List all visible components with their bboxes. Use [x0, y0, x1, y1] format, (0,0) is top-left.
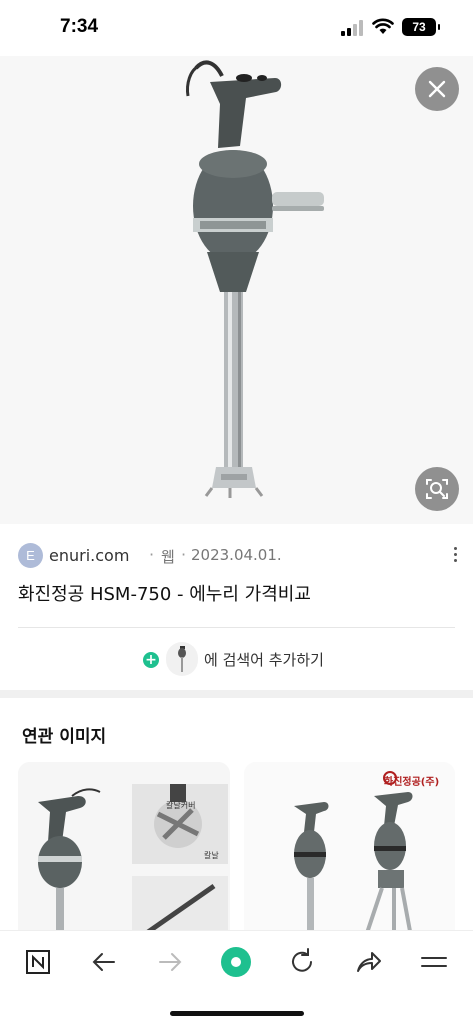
status-bar: 7:34 73 — [0, 0, 473, 56]
refresh-button[interactable] — [284, 945, 320, 979]
naver-home-icon — [26, 950, 50, 974]
refresh-icon — [292, 948, 312, 972]
result-source[interactable]: E enuri.com · 웹 · 2023.04.01. — [18, 543, 458, 569]
card-label: 칼날커버 — [166, 801, 196, 810]
image-search-button[interactable] — [415, 467, 459, 511]
back-button[interactable] — [86, 945, 122, 979]
related-images-title: 연관 이미지 — [22, 727, 107, 747]
share-button[interactable] — [350, 945, 386, 979]
status-time: 7:34 — [60, 16, 99, 37]
source-date: 2023.04.01. — [191, 546, 282, 564]
source-domain[interactable]: enuri.com — [49, 546, 129, 565]
related-image-card[interactable]: 칼날커버 칼날 — [18, 762, 230, 942]
forward-button[interactable] — [152, 945, 188, 979]
section-divider — [0, 690, 473, 698]
separator-dot: · — [181, 545, 187, 564]
related-image-card[interactable]: 화진정공(주) — [244, 762, 455, 942]
back-icon — [92, 953, 115, 971]
product-image — [186, 60, 324, 498]
menu-button[interactable] — [416, 945, 452, 979]
divider — [18, 627, 455, 628]
source-type: 웹 — [161, 548, 175, 566]
image-search-icon — [426, 479, 448, 499]
battery-icon: 73 — [402, 18, 440, 36]
brand-logo: 화진정공(주) — [384, 777, 440, 788]
card-label: 칼날 — [204, 851, 219, 860]
product-image-viewer[interactable] — [0, 56, 473, 524]
source-favicon: E — [18, 543, 43, 568]
forward-icon — [159, 953, 182, 971]
home-indicator[interactable] — [170, 1011, 304, 1016]
close-button[interactable] — [415, 67, 459, 111]
green-dot-button[interactable] — [218, 945, 254, 979]
result-title[interactable]: 화진정공 HSM-750 - 에누리 가격비교 — [18, 580, 311, 606]
query-thumbnail — [166, 642, 198, 676]
share-icon — [357, 952, 381, 972]
add-to-search-label: 에 검색어 추가하기 — [204, 651, 324, 669]
close-icon — [428, 80, 446, 98]
bottom-navigation-bar — [0, 930, 473, 1024]
plus-icon: + — [143, 652, 159, 668]
green-dot-icon — [221, 947, 251, 977]
wifi-icon — [372, 18, 394, 34]
more-vertical-icon[interactable] — [448, 544, 462, 568]
naver-home-button[interactable] — [20, 945, 56, 979]
signal-icon — [341, 20, 363, 36]
add-to-search-button[interactable]: + 에 검색어 추가하기 — [0, 640, 473, 678]
separator-dot: · — [149, 545, 155, 564]
menu-icon — [421, 957, 447, 967]
